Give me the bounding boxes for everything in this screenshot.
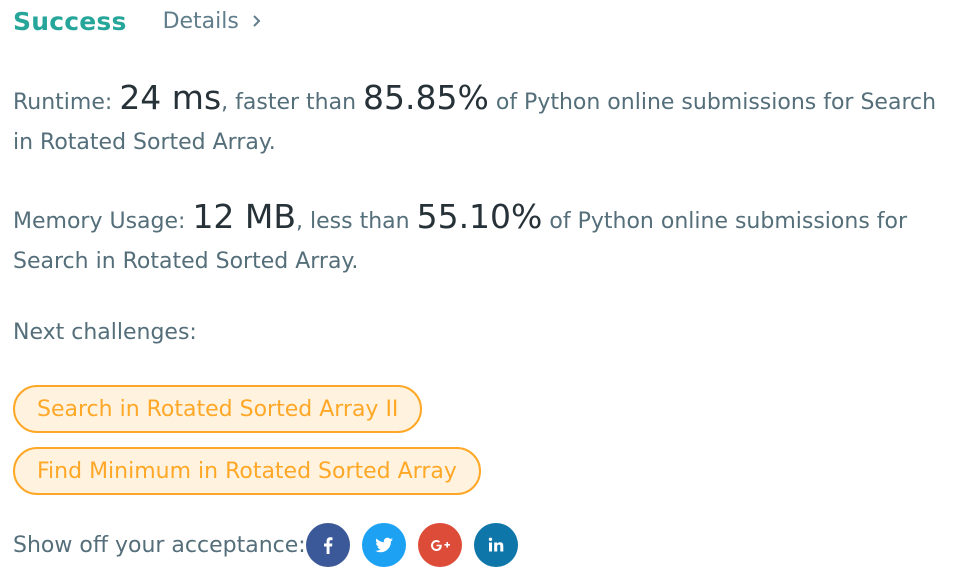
runtime-value: 24 ms [119,78,222,117]
twitter-icon [374,537,393,553]
memory-value: 12 MB [192,197,297,236]
memory-comparison: , less than [296,209,410,234]
next-challenges-label: Next challenges: [13,320,197,345]
google-plus-share-button[interactable] [417,523,462,567]
memory-stat: Memory Usage: 12 MB, less than 55.10% of… [13,197,953,282]
runtime-stat: Runtime: 24 ms, faster than 85.85% of Py… [13,78,953,163]
facebook-icon [323,537,333,554]
runtime-label: Runtime: [13,90,113,115]
memory-label: Memory Usage: [13,209,186,234]
chevron-right-icon [253,15,261,27]
facebook-share-button[interactable] [305,523,350,567]
linkedin-icon [488,537,504,552]
runtime-comparison: , faster than [221,90,357,115]
google-plus-icon [430,540,450,551]
challenge-chip[interactable]: Search in Rotated Sorted Array II [13,385,423,433]
status-success: Success [13,6,127,36]
share-row: Show off your acceptance: [13,523,530,567]
challenge-chip[interactable]: Find Minimum in Rotated Sorted Array [13,447,481,495]
linkedin-share-button[interactable] [473,523,518,567]
result-header: Success Details [13,4,265,38]
runtime-percent: 85.85% [363,78,489,117]
details-link[interactable]: Details [163,9,265,34]
share-label: Show off your acceptance: [13,532,306,558]
details-label: Details [162,8,239,34]
twitter-share-button[interactable] [361,523,406,567]
memory-percent: 55.10% [416,197,543,236]
